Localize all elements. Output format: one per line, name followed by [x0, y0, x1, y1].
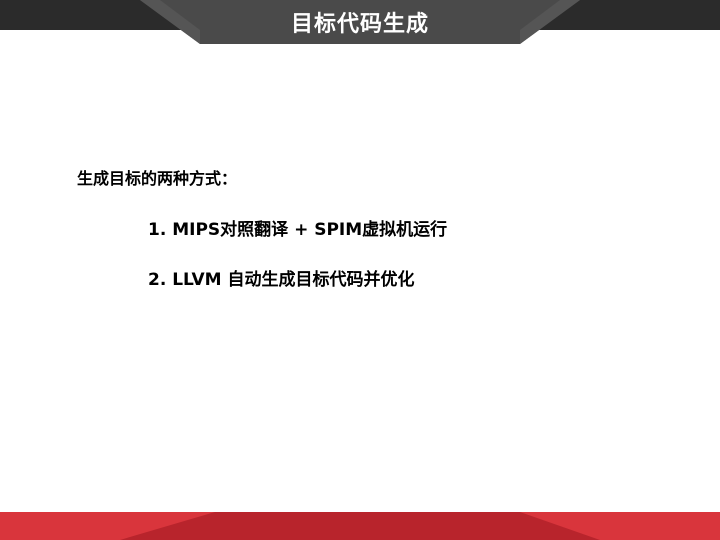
footer-band	[0, 512, 720, 540]
slide-content: 生成目标的两种方式： 1. MIPS对照翻译 + SPIM虚拟机运行 2. LL…	[0, 0, 720, 540]
method-item-mips: 1. MIPS对照翻译 + SPIM虚拟机运行	[148, 220, 448, 240]
method-item-llvm: 2. LLVM 自动生成目标代码并优化	[148, 270, 415, 290]
intro-text: 生成目标的两种方式：	[77, 169, 238, 188]
slide: 目标代码生成 生成目标的两种方式： 1. MIPS对照翻译 + SPIM虚拟机运…	[0, 0, 720, 540]
